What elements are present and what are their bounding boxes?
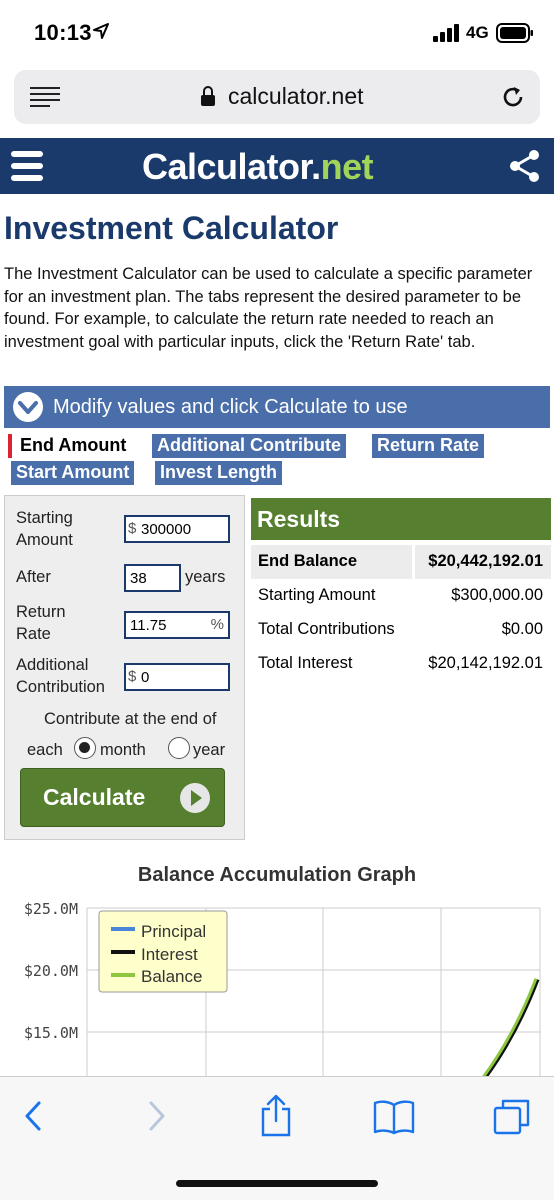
chart-lines [482, 978, 540, 1076]
intro-text: The Investment Calculator can be used to… [4, 265, 533, 351]
reload-icon[interactable] [500, 84, 526, 110]
starting-amount-label: Starting Amount [16, 507, 73, 551]
tabs-icon[interactable] [492, 1097, 532, 1137]
month-option-label[interactable]: month [100, 739, 146, 761]
after-label: After [16, 568, 51, 586]
logo-main: Calculator [142, 146, 312, 187]
return-rate-label: Return Rate [16, 601, 66, 645]
tab-end-amount[interactable]: End Amount [8, 434, 132, 458]
balance-chart: $25.0M $20.0M $15.0M Principal Interest Ba… [24, 900, 541, 1076]
result-row-end-balance: End Balance $20,442,192.01 [251, 545, 551, 579]
lock-icon [201, 86, 215, 106]
result-row-total-interest: Total Interest $20,142,192.01 [251, 647, 551, 681]
home-indicator [176, 1180, 378, 1187]
y-tick-label: $25.0M [24, 900, 78, 918]
location-arrow-icon [93, 23, 109, 39]
result-value: $300,000.00 [451, 586, 543, 604]
result-label: Total Interest [258, 654, 353, 672]
reader-view-icon[interactable] [30, 86, 60, 108]
month-radio[interactable] [74, 737, 96, 759]
page-title: Investment Calculator [4, 210, 339, 246]
results-header: Results [251, 498, 551, 540]
series-line-balance [482, 978, 538, 1076]
url-text[interactable]: calculator.net [228, 83, 364, 110]
starting-amount-label-line1: Starting [16, 509, 73, 527]
site-header: Calculator.net [0, 138, 554, 194]
legend-swatch-principal [111, 927, 135, 931]
return-rate-label-line1: Return [16, 603, 66, 621]
site-logo[interactable]: Calculator.net [142, 146, 374, 188]
result-label: Total Contributions [258, 620, 395, 638]
legend-principal: Principal [141, 922, 206, 941]
modify-values-bar[interactable]: Modify values and click Calculate to use [4, 386, 550, 428]
hamburger-menu-icon[interactable] [10, 148, 44, 184]
series-line-interest [484, 979, 540, 1076]
chart-y-ticks: $25.0M $20.0M $15.0M [24, 900, 78, 1042]
legend-interest: Interest [141, 945, 198, 964]
chart-legend: Principal Interest Balance [98, 910, 228, 993]
legend-swatch-interest [111, 950, 135, 954]
additional-label-line2: Contribution [16, 678, 105, 696]
additional-label-line1: Additional [16, 656, 89, 674]
tab-return-rate[interactable]: Return Rate [372, 434, 485, 458]
additional-contribution-label: Additional Contribution [16, 654, 105, 698]
years-field[interactable]: 38 [124, 564, 181, 592]
contribute-timing-label: Contribute at the end of [44, 710, 217, 728]
return-rate-value: 11.75 [130, 617, 167, 634]
contribute-each-label: each [27, 741, 63, 759]
network-type: 4G [466, 23, 489, 42]
cell-divider [412, 545, 415, 579]
y-tick-label: $20.0M [24, 962, 78, 980]
tab-start-amount[interactable]: Start Amount [11, 461, 135, 485]
back-icon[interactable] [22, 1099, 44, 1133]
address-bar[interactable]: calculator.net [14, 70, 540, 124]
return-rate-label-line2: Rate [16, 625, 51, 643]
starting-amount-label-line2: Amount [16, 531, 73, 549]
modify-values-label: Modify values and click Calculate to use [53, 396, 408, 418]
share-icon[interactable] [508, 148, 542, 184]
forward-icon[interactable] [146, 1099, 168, 1133]
share-sheet-icon[interactable] [258, 1093, 294, 1137]
legend-balance: Balance [141, 967, 202, 986]
years-unit-label: years [185, 568, 226, 586]
result-row-starting-amount: Starting Amount $300,000.00 [251, 579, 551, 613]
result-value: $20,142,192.01 [428, 654, 543, 672]
status-bar: 10:13 4G [0, 0, 554, 66]
result-value: $0.00 [501, 620, 543, 638]
result-value: $20,442,192.01 [428, 552, 543, 570]
chart-title: Balance Accumulation Graph [137, 864, 417, 886]
bookmarks-icon[interactable] [372, 1099, 416, 1135]
return-rate-field[interactable]: 11.75 % [124, 611, 230, 639]
additional-contribution-value: 0 [141, 669, 150, 686]
play-arrow-icon [180, 783, 210, 813]
logo-net: net [320, 146, 374, 187]
status-time: 10:13 [34, 20, 92, 45]
calculate-label: Calculate [43, 784, 146, 810]
currency-prefix: $ [128, 520, 137, 537]
currency-prefix: $ [128, 668, 137, 685]
years-value: 38 [130, 570, 147, 587]
additional-contribution-field[interactable]: $ 0 [124, 663, 230, 691]
year-radio[interactable] [168, 737, 190, 759]
result-row-total-contributions: Total Contributions $0.00 [251, 613, 551, 647]
chevron-down-circle-icon [13, 392, 43, 422]
calculate-button[interactable]: Calculate [20, 768, 225, 827]
year-option-label[interactable]: year [193, 739, 225, 761]
tab-invest-length[interactable]: Invest Length [155, 461, 283, 485]
battery-icon [496, 23, 533, 43]
tab-additional-contribute[interactable]: Additional Contribute [152, 434, 346, 458]
result-label: Starting Amount [258, 586, 376, 604]
result-label: End Balance [258, 552, 358, 570]
logo-dot: . [311, 146, 321, 187]
percent-suffix: % [210, 616, 224, 633]
legend-swatch-balance [111, 973, 135, 977]
starting-amount-value: 300000 [141, 521, 192, 538]
starting-amount-field[interactable]: $ 300000 [124, 515, 230, 543]
y-tick-label: $15.0M [24, 1024, 78, 1042]
cellular-signal-icon [433, 24, 459, 42]
